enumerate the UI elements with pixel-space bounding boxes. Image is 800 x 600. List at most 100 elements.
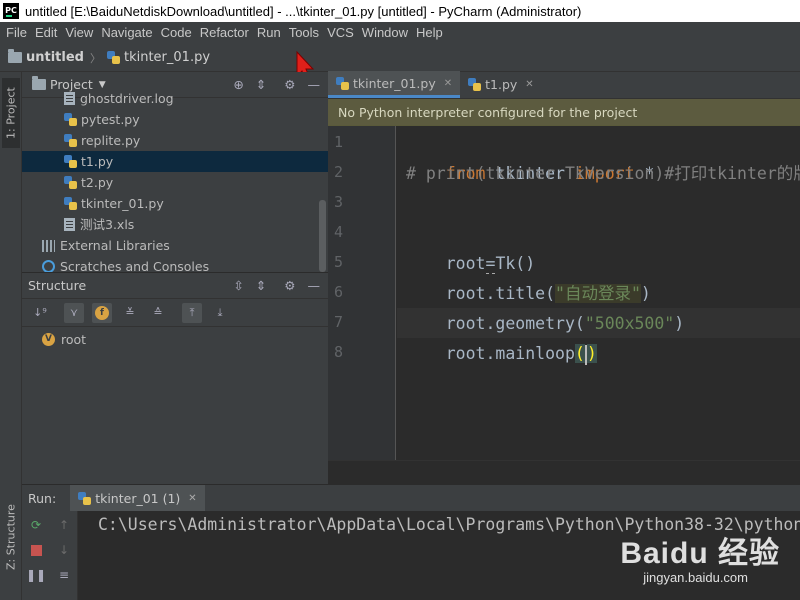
structure-panel: Structure ⇳ ⇕ ⚙ — ↓⁹ ⋎ f ≚ ≙ ⤒ ⤓ Vroot xyxy=(22,272,328,484)
project-tool-tab[interactable]: 1: Project xyxy=(2,78,20,148)
code-editor[interactable]: from tkinter import * # print(tkinter.Tk… xyxy=(397,126,800,460)
run-label: Run: xyxy=(28,490,57,506)
pause-icon[interactable]: ❚❚ xyxy=(26,565,46,585)
editor-tab-bar: tkinter_01.py ✕ t1.py ✕ xyxy=(328,71,800,99)
run-tab[interactable]: tkinter_01 (1) ✕ xyxy=(70,484,205,512)
menu-code[interactable]: Code xyxy=(157,22,196,44)
expand-all-icon[interactable]: ⇳ xyxy=(233,278,243,293)
tree-item-label: ghostdriver.log xyxy=(80,91,174,106)
menu-vcs[interactable]: VCS xyxy=(323,22,358,44)
variable-icon: V xyxy=(42,333,55,346)
tree-item[interactable]: External Libraries xyxy=(22,235,328,256)
tree-item[interactable]: pytest.py xyxy=(22,109,328,130)
sort-alphabetically-icon[interactable]: ↓⁹ xyxy=(30,303,50,323)
structure-tool-tab-label: Z: Structure xyxy=(4,504,18,570)
code-token: ) xyxy=(674,314,685,333)
matched-paren: ( xyxy=(574,344,585,363)
menu-help[interactable]: Help xyxy=(412,22,447,44)
line-number: 6 xyxy=(333,283,343,301)
down-arrow-icon[interactable]: ↓ xyxy=(54,540,74,560)
show-inherited-icon[interactable]: ⋎ xyxy=(64,302,84,323)
menu-file[interactable]: File xyxy=(2,22,31,44)
watermark-url: jingyan.baidu.com xyxy=(643,570,748,585)
file-icon xyxy=(64,218,75,231)
structure-toolbar: ↓⁹ ⋎ f ≚ ≙ ⤒ ⤓ xyxy=(22,299,328,327)
autoscroll-from-source-icon[interactable]: ⤓ xyxy=(210,303,230,323)
editor-tab[interactable]: t1.py ✕ xyxy=(460,71,542,98)
python-file-icon xyxy=(468,78,482,91)
gear-icon[interactable]: ⚙ xyxy=(284,278,295,293)
python-file-icon xyxy=(106,51,120,64)
menu-run[interactable]: Run xyxy=(253,22,285,44)
structure-panel-title: Structure xyxy=(28,278,87,293)
line-number: 7 xyxy=(333,313,343,331)
baidu-watermark: Baidu 经验 jingyan.baidu.com xyxy=(594,528,794,598)
stop-icon[interactable] xyxy=(26,540,46,560)
code-line-1: from tkinter import * xyxy=(406,129,655,183)
tree-item[interactable]: ghostdriver.log xyxy=(22,88,328,109)
code-line-5: root.title("自动登录") xyxy=(406,249,651,303)
menu-refactor[interactable]: Refactor xyxy=(196,22,253,44)
tree-item[interactable]: 测试3.xls xyxy=(22,214,328,235)
autoscroll-to-source-icon[interactable]: ⤒ xyxy=(182,302,202,323)
string-literal: "500x500" xyxy=(584,314,675,333)
menu-window[interactable]: Window xyxy=(358,22,412,44)
tree-item[interactable]: t1.py xyxy=(22,151,328,172)
code-token: root.mainloop xyxy=(445,344,575,363)
code-line-2: # print(tkinter.TkVersion)#打印tkinter的版本 xyxy=(406,164,800,183)
expand-icon[interactable]: ≚ xyxy=(120,303,140,323)
menu-navigate[interactable]: Navigate xyxy=(97,22,156,44)
tree-item[interactable]: t2.py xyxy=(22,172,328,193)
run-tab-label: tkinter_01 (1) xyxy=(95,490,181,506)
field-icon: f xyxy=(95,305,109,320)
collapse-all-icon[interactable]: ⇕ xyxy=(256,278,266,293)
left-tool-stripe: 1: Project Z: Structure xyxy=(0,72,22,600)
file-icon xyxy=(64,92,75,105)
python-file-icon xyxy=(336,76,349,90)
structure-item-label: root xyxy=(61,332,87,347)
library-icon xyxy=(42,239,55,252)
breadcrumb-project[interactable]: untitled xyxy=(26,50,84,65)
tree-item-label: tkinter_01.py xyxy=(81,196,164,211)
window-title: untitled [E:\BaiduNetdiskDownload\untitl… xyxy=(25,3,582,19)
structure-panel-header: Structure ⇳ ⇕ ⚙ — xyxy=(22,273,328,299)
close-icon[interactable]: ✕ xyxy=(444,78,452,89)
menu-tools[interactable]: Tools xyxy=(285,22,323,44)
tree-item-label: External Libraries xyxy=(60,238,170,253)
structure-tree: Vroot xyxy=(22,327,328,350)
line-number: 1 xyxy=(333,133,343,151)
editor-tab[interactable]: tkinter_01.py ✕ xyxy=(328,71,461,98)
show-fields-button[interactable]: f xyxy=(92,302,112,323)
menu-view[interactable]: View xyxy=(61,22,97,44)
line-number: 4 xyxy=(333,223,343,241)
project-tool-tab-label: 1: Project xyxy=(4,87,18,139)
tree-item-label: pytest.py xyxy=(81,112,140,127)
minimize-icon[interactable]: — xyxy=(308,278,321,293)
matched-paren: ) xyxy=(586,344,597,363)
menu-bar: File Edit View Navigate Code Refactor Run Tools… xyxy=(0,22,800,44)
watermark-logo: Baidu 经验 xyxy=(620,537,780,570)
python-file-icon xyxy=(64,197,77,210)
tree-item[interactable]: tkinter_01.py xyxy=(22,193,328,214)
editor-bottom-area xyxy=(328,460,800,484)
soft-wrap-icon[interactable]: ≡ xyxy=(54,565,74,585)
project-tree: ghostdriver.log pytest.py replite.py t1.py t… xyxy=(22,88,328,277)
chevron-right-icon: 〉 xyxy=(89,51,101,65)
tree-item[interactable]: replite.py xyxy=(22,130,328,151)
collapse-icon[interactable]: ≙ xyxy=(148,303,168,323)
line-number: 5 xyxy=(333,253,343,271)
tree-item-label: t1.py xyxy=(81,154,114,169)
breadcrumb-file[interactable]: tkinter_01.py xyxy=(124,50,210,65)
close-icon[interactable]: ✕ xyxy=(188,493,196,504)
python-file-icon xyxy=(78,491,92,505)
structure-tool-tab[interactable]: Z: Structure xyxy=(2,492,20,582)
close-icon[interactable]: ✕ xyxy=(525,79,533,90)
run-panel-header: Run: tkinter_01 (1) ✕ xyxy=(22,484,800,512)
structure-item[interactable]: Vroot xyxy=(22,329,328,350)
tree-item-label: replite.py xyxy=(81,133,141,148)
up-arrow-icon[interactable]: ↑ xyxy=(54,515,74,535)
interpreter-warning-banner: No Python interpreter configured for the… xyxy=(328,99,800,126)
rerun-icon[interactable]: ⟳ xyxy=(26,515,46,535)
python-file-icon xyxy=(64,134,77,147)
menu-edit[interactable]: Edit xyxy=(31,22,61,44)
